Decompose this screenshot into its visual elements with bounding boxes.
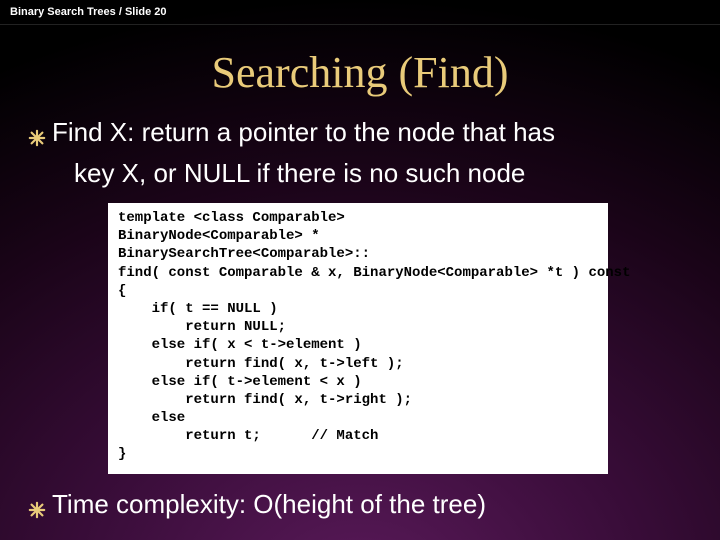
slide-header: Binary Search Trees / Slide 20	[0, 0, 720, 25]
bullet-1-text-line2: key X, or NULL if there is no such node	[74, 157, 692, 190]
slide-content: Find X: return a pointer to the node tha…	[0, 116, 720, 526]
bullet-1: Find X: return a pointer to the node tha…	[28, 116, 692, 155]
code-block: template <class Comparable> BinaryNode<C…	[108, 203, 608, 474]
asterisk-icon	[28, 494, 46, 527]
bullet-2: Time complexity: O(height of the tree)	[28, 488, 692, 527]
slide-title: Searching (Find)	[0, 47, 720, 98]
asterisk-icon	[28, 122, 46, 155]
bullet-2-text: Time complexity: O(height of the tree)	[52, 488, 692, 521]
bullet-1-text-line1: Find X: return a pointer to the node tha…	[52, 116, 692, 149]
